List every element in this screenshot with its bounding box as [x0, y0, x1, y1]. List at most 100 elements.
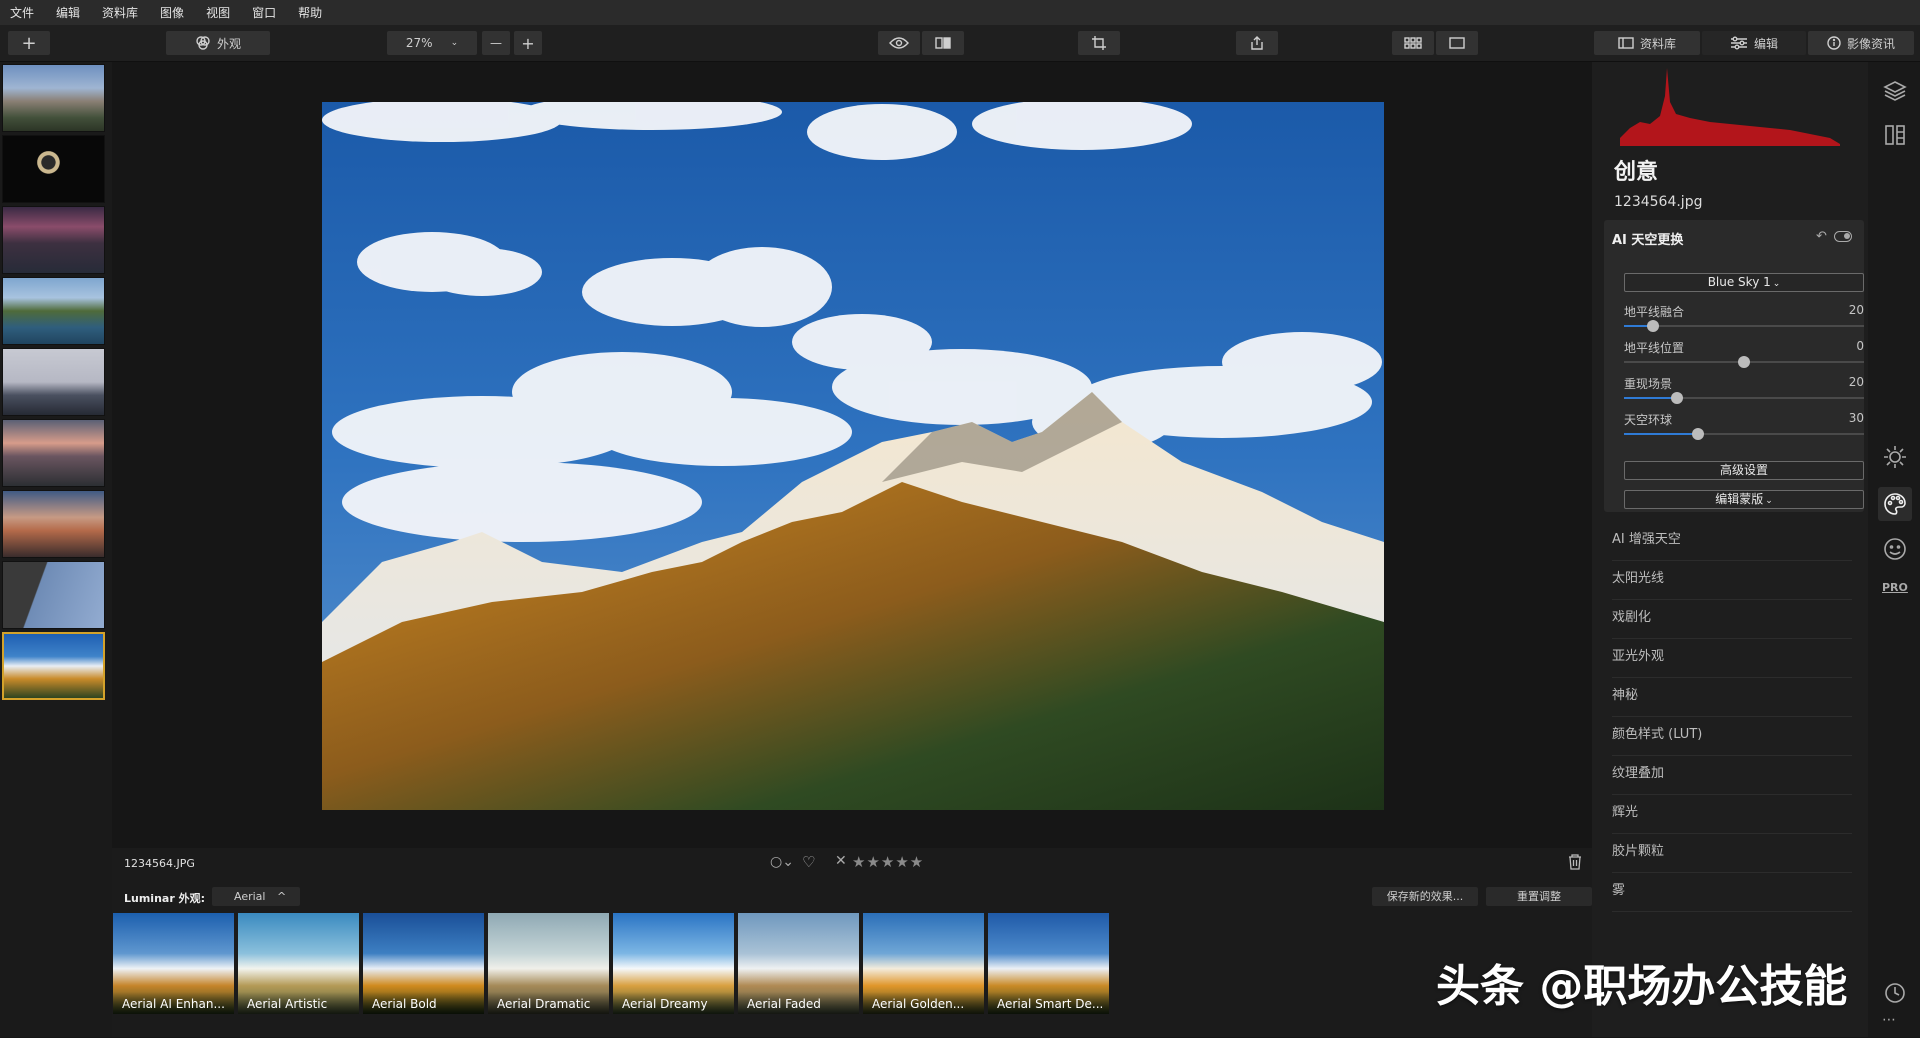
- thumbnail[interactable]: [2, 64, 105, 132]
- slider-sky-global[interactable]: 天空环球 30: [1624, 411, 1864, 441]
- color-label-dropdown[interactable]: ○⌄: [770, 854, 794, 870]
- looks-category-select[interactable]: Aerial ^: [212, 887, 300, 906]
- sky-select[interactable]: Blue Sky 1 ⌄: [1624, 273, 1864, 292]
- main-photo[interactable]: [322, 102, 1384, 810]
- slider-track[interactable]: [1624, 392, 1864, 404]
- share-button[interactable]: [1236, 31, 1278, 55]
- tool-matte-look[interactable]: 亚光外观: [1612, 639, 1852, 678]
- preset-thumbnail[interactable]: Aerial Golden...: [863, 913, 984, 1014]
- thumbnail[interactable]: [2, 490, 105, 558]
- tool-ai-sky-enhancer[interactable]: AI 增强天空: [1612, 522, 1852, 561]
- preset-thumbnail[interactable]: Aerial Dramatic: [488, 913, 609, 1014]
- preset-thumbnail[interactable]: Aerial Faded: [738, 913, 859, 1014]
- menu-image[interactable]: 图像: [160, 4, 184, 21]
- thumbnail[interactable]: [2, 419, 105, 487]
- star-rating[interactable]: ★★★★★: [852, 853, 924, 871]
- pro-tools-tab[interactable]: PRO: [1882, 581, 1908, 607]
- chevron-down-icon: ⌄: [1772, 279, 1781, 289]
- menu-file[interactable]: 文件: [10, 4, 34, 21]
- reject-icon[interactable]: ✕: [835, 853, 847, 869]
- tool-color-styles-lut[interactable]: 颜色样式 (LUT): [1612, 717, 1852, 756]
- layers-icon[interactable]: [1882, 78, 1908, 104]
- edit-tab[interactable]: 编辑: [1702, 31, 1806, 55]
- preset-thumbnail[interactable]: Aerial Artistic: [238, 913, 359, 1014]
- thumbnail[interactable]: [2, 561, 105, 629]
- tool-sunrays[interactable]: 太阳光线: [1612, 561, 1852, 600]
- grid-view-button[interactable]: [1392, 31, 1434, 55]
- edit-mask-label: 编辑蒙版: [1715, 492, 1764, 506]
- toggle-visibility-icon[interactable]: [1834, 231, 1852, 242]
- slider-track[interactable]: [1624, 428, 1864, 440]
- advanced-settings-button[interactable]: 高级设置: [1624, 461, 1864, 480]
- slider-horizon-position[interactable]: 地平线位置 0: [1624, 339, 1864, 369]
- heart-icon[interactable]: ♡: [802, 853, 815, 871]
- zoom-out-button[interactable]: —: [482, 31, 510, 55]
- save-look-button[interactable]: 保存新的效果...: [1372, 887, 1478, 906]
- info-tab[interactable]: 影像资讯: [1808, 31, 1914, 55]
- crop-button[interactable]: [1078, 31, 1120, 55]
- canvas-icon[interactable]: [1882, 122, 1908, 148]
- slider-handle[interactable]: [1670, 392, 1683, 404]
- tool-glow[interactable]: 辉光: [1612, 795, 1852, 834]
- edit-mask-button[interactable]: 编辑蒙版 ⌄: [1624, 490, 1864, 509]
- essentials-sun-icon[interactable]: [1882, 444, 1908, 470]
- sky-select-value: Blue Sky 1: [1707, 275, 1771, 289]
- zoom-in-button[interactable]: +: [514, 31, 542, 55]
- preset-label: Aerial Dreamy: [613, 992, 734, 1014]
- tool-film-grain[interactable]: 胶片颗粒: [1612, 834, 1852, 873]
- looks-button[interactable]: 外观: [166, 31, 270, 55]
- library-tab[interactable]: 资料库: [1594, 31, 1700, 55]
- add-image-button[interactable]: +: [8, 31, 50, 55]
- more-options-icon[interactable]: ⋯: [1882, 1012, 1908, 1038]
- undo-icon[interactable]: ↶: [1816, 229, 1827, 244]
- looks-category-value: Aerial: [234, 890, 266, 903]
- preset-thumbnail[interactable]: Aerial Bold: [363, 913, 484, 1014]
- slider-value: 20: [1848, 375, 1864, 389]
- slider-handle[interactable]: [1738, 356, 1750, 368]
- tool-mystical[interactable]: 神秘: [1612, 678, 1852, 717]
- thumbnail-selected[interactable]: [2, 632, 105, 700]
- compare-button[interactable]: [922, 31, 964, 55]
- menu-view[interactable]: 视图: [206, 4, 230, 21]
- slider-track[interactable]: [1624, 356, 1864, 368]
- slider-label: 重现场景: [1624, 377, 1673, 391]
- info-icon: [1827, 36, 1841, 50]
- preview-button[interactable]: [878, 31, 920, 55]
- preset-thumbnail[interactable]: Aerial Dreamy: [613, 913, 734, 1014]
- tool-texture-overlay[interactable]: 纹理叠加: [1612, 756, 1852, 795]
- tool-dramatic[interactable]: 戏剧化: [1612, 600, 1852, 639]
- preset-thumbnail[interactable]: Aerial AI Enhan...: [113, 913, 234, 1014]
- menu-edit[interactable]: 编辑: [56, 4, 80, 21]
- image-filename: 1234564.JPG: [124, 857, 195, 870]
- tool-category-bar: PRO ⋯: [1868, 62, 1920, 1037]
- menu-library[interactable]: 资料库: [102, 4, 138, 21]
- image-info-bar: 1234564.JPG ○⌄ ♡ ✕ ★★★★★: [112, 848, 1592, 878]
- single-view-button[interactable]: [1436, 31, 1478, 55]
- watermark: 头条 @职场办公技能: [1436, 961, 1848, 1012]
- thumbnail[interactable]: [2, 348, 105, 416]
- slider-track[interactable]: [1624, 320, 1864, 332]
- thumbnail[interactable]: [2, 206, 105, 274]
- trash-icon[interactable]: [1568, 854, 1582, 870]
- creative-palette-icon[interactable]: [1878, 487, 1912, 521]
- slider-horizon-blending[interactable]: 地平线融合 20: [1624, 303, 1864, 333]
- zoom-select[interactable]: 27% ⌄: [387, 31, 477, 55]
- slider-relight-scene[interactable]: 重现场景 20: [1624, 375, 1864, 405]
- preset-thumbnail[interactable]: Aerial Smart De...: [988, 913, 1109, 1014]
- thumbnail[interactable]: [2, 135, 105, 203]
- image-canvas[interactable]: [112, 62, 1592, 848]
- menu-help[interactable]: 帮助: [298, 4, 322, 21]
- slider-handle[interactable]: [1646, 320, 1659, 332]
- slider-handle[interactable]: [1692, 428, 1705, 440]
- share-icon: [1251, 36, 1263, 50]
- slider-label: 地平线融合: [1624, 305, 1685, 319]
- preset-label: Aerial Golden...: [863, 992, 984, 1014]
- portrait-face-icon[interactable]: [1882, 536, 1908, 562]
- edit-panel: 创意 1234564.jpg AI 天空更换 ↶ Blue Sky 1 ⌄ 地平线…: [1592, 62, 1868, 1037]
- history-clock-icon[interactable]: [1882, 980, 1908, 1006]
- reset-adjustments-button[interactable]: 重置调整: [1486, 887, 1592, 906]
- thumbnail[interactable]: [2, 277, 105, 345]
- menu-window[interactable]: 窗口: [252, 4, 276, 21]
- tool-fog[interactable]: 雾: [1612, 873, 1852, 912]
- panel-title: 创意: [1614, 160, 1659, 185]
